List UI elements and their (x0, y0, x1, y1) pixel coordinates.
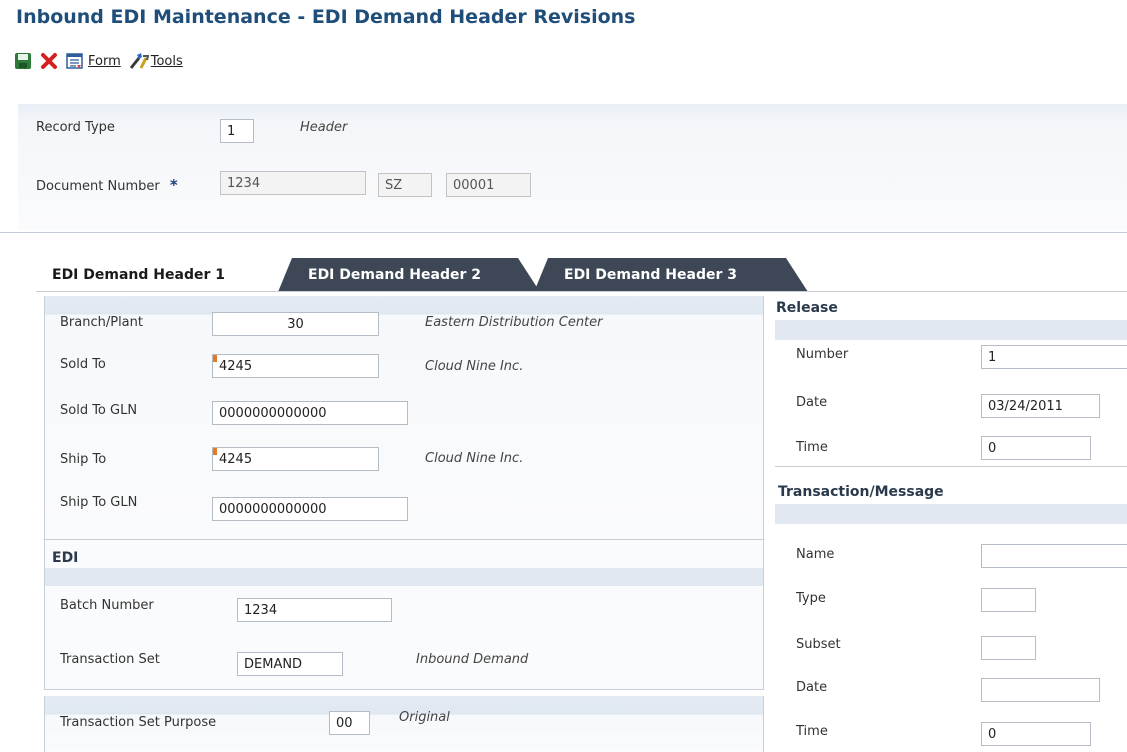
ship-to-input[interactable]: 4245 (212, 447, 379, 471)
record-type-description: Header (300, 120, 348, 135)
save-icon[interactable] (14, 52, 32, 70)
message-name-label: Name (796, 547, 835, 562)
ship-to-gln-input[interactable]: 0000000000000 (212, 497, 408, 521)
sold-to-label: Sold To (60, 357, 106, 372)
sold-to-gln-input[interactable]: 0000000000000 (212, 401, 408, 425)
transaction-set-purpose-description: Original (399, 710, 450, 725)
ship-to-description: Cloud Nine Inc. (425, 451, 524, 466)
release-date-input[interactable]: 03/24/2011 (981, 394, 1100, 418)
transaction-set-purpose-input[interactable]: 00 (329, 711, 370, 735)
release-date-label: Date (796, 395, 828, 410)
toolbar: Form Tools (14, 50, 191, 72)
transaction-set-description: Inbound Demand (416, 652, 529, 667)
message-time-input[interactable]: 0 (981, 722, 1091, 746)
release-section-bar (775, 320, 1127, 340)
required-flag-icon (213, 355, 217, 362)
document-number-input[interactable]: 1234 (220, 171, 366, 195)
branch-plant-label: Branch/Plant (60, 315, 143, 330)
release-time-input[interactable]: 0 (981, 436, 1091, 460)
tab-edi-demand-header-3[interactable]: EDI Demand Header 3 (534, 258, 808, 292)
ship-to-value: 4245 (219, 452, 253, 467)
edi-section-bar (45, 568, 763, 586)
ship-to-gln-label: Ship To GLN (60, 495, 138, 510)
record-type-input[interactable]: 1 (220, 119, 254, 143)
batch-number-label: Batch Number (60, 598, 154, 613)
release-section-title: Release (776, 300, 838, 316)
tab-edi-demand-header-1[interactable]: EDI Demand Header 1 (36, 258, 276, 292)
transaction-message-section-bar (775, 504, 1127, 524)
message-time-label: Time (796, 724, 828, 739)
form-icon[interactable] (66, 52, 84, 70)
form-menu[interactable]: Form (88, 54, 121, 69)
record-type-label: Record Type (36, 120, 115, 135)
required-flag-icon (213, 448, 217, 455)
batch-number-input[interactable]: 1234 (237, 598, 392, 622)
release-divider (775, 466, 1127, 467)
tools-menu[interactable]: Tools (151, 54, 183, 69)
message-type-label: Type (796, 591, 826, 606)
tab-edi-demand-header-2[interactable]: EDI Demand Header 2 (278, 258, 540, 292)
form-menu-label: Form (88, 53, 121, 69)
ship-to-label: Ship To (60, 452, 107, 467)
document-number-label-text: Document Number (36, 179, 160, 194)
document-number-label: Document Number * (36, 176, 178, 194)
branch-plant-description: Eastern Distribution Center (425, 315, 603, 330)
message-subset-input[interactable] (981, 636, 1036, 660)
branch-plant-input[interactable]: 30 (212, 312, 379, 336)
transaction-message-section-title: Transaction/Message (778, 484, 944, 500)
tools-icon[interactable] (129, 52, 150, 70)
sold-to-value: 4245 (219, 359, 253, 374)
transaction-set-purpose-label: Transaction Set Purpose (60, 715, 217, 730)
message-name-input[interactable] (981, 544, 1127, 568)
edi-section (44, 540, 764, 690)
release-number-input[interactable]: 1 (981, 345, 1127, 369)
release-time-label: Time (796, 440, 828, 455)
release-number-label: Number (796, 347, 849, 362)
message-date-label: Date (796, 680, 828, 695)
sold-to-input[interactable]: 4245 (212, 354, 379, 378)
document-type-input[interactable]: SZ (378, 173, 432, 197)
page-title: Inbound EDI Maintenance - EDI Demand Hea… (16, 6, 636, 28)
tools-menu-label: Tools (150, 53, 183, 69)
transaction-set-input[interactable]: DEMAND (237, 652, 343, 676)
tab-baseline (36, 291, 1127, 292)
document-company-input[interactable]: 00001 (446, 173, 531, 197)
header-separator (0, 232, 1127, 233)
required-marker: * (169, 176, 178, 194)
message-date-input[interactable] (981, 678, 1100, 702)
message-subset-label: Subset (796, 637, 841, 652)
sold-to-description: Cloud Nine Inc. (425, 359, 524, 374)
message-type-input[interactable] (981, 588, 1036, 612)
header-panel (18, 104, 1127, 230)
edi-section-title: EDI (52, 550, 79, 566)
transaction-set-label: Transaction Set (60, 652, 160, 667)
sold-to-gln-label: Sold To GLN (60, 403, 138, 418)
cancel-icon[interactable] (40, 52, 58, 70)
